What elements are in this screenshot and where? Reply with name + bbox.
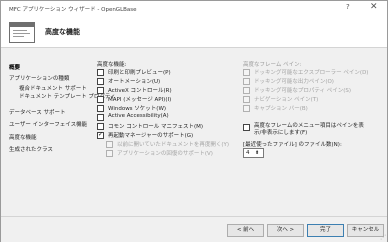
wizard-logo-icon [9,22,35,43]
window-title: MFC アプリケーション ウィザード - OpenGLBase [9,7,137,13]
button-bar: < 前へ 次へ > 完了 キャンセル [1,216,387,242]
finish-button[interactable]: 完了 [307,224,344,237]
checkbox[interactable] [97,105,104,112]
checkbox[interactable] [243,124,250,131]
checkbox[interactable] [97,87,104,94]
checkbox [106,150,113,157]
checkbox [243,69,250,76]
nav-item-advanced[interactable]: 高度な機能 [9,135,37,142]
checkbox[interactable] [97,78,104,85]
checkbox [106,141,113,148]
content-area: 高度な機能: 印刷と印刷プレビュー(P) オートメーション(U) ActiveX… [97,62,369,158]
spin-arrows-icon[interactable]: ⬍ [255,149,259,157]
checkbox[interactable] [97,69,104,76]
close-icon[interactable]: ✕ [370,2,378,12]
nav-item-compound-doc[interactable]: 複合ドキュメント サポート [19,86,87,93]
help-icon[interactable]: ? [346,3,350,11]
page-title: 高度な機能 [45,28,80,36]
advanced-features-label: 高度な機能: [97,62,127,68]
title-bar: MFC アプリケーション ウィザード - OpenGLBase ? ✕ [1,1,387,17]
cancel-button[interactable]: キャンセル [347,224,384,237]
wizard-window: MFC アプリケーション ウィザード - OpenGLBase ? ✕ 高度な機… [0,0,388,242]
nav-item-overview[interactable]: 概要 [9,65,20,72]
checkbox[interactable] [97,123,104,130]
checkbox [243,96,250,103]
back-button[interactable]: < 前へ [227,224,264,237]
frame-panes-label: 高度なフレーム ペイン: [243,62,302,68]
nav-item-database[interactable]: データベース サポート [9,110,65,117]
wizard-nav: 概要 アプリケーションの種類 複合ドキュメント サポート ドキュメント テンプレ… [5,51,116,211]
check-icon: ✓ [98,131,104,138]
page-header: 高度な機能 [1,17,387,48]
next-button[interactable]: 次へ > [267,224,304,237]
mru-count-label: [最近使ったファイル] のファイル数(N): [243,142,342,148]
checkbox[interactable] [97,114,104,121]
checkbox [243,87,250,94]
checkbox-checked[interactable]: ✓ [97,131,104,139]
checkbox [243,105,250,112]
mru-count-spinner[interactable]: 4 ⬍ [243,148,264,158]
nav-item-generated-classes[interactable]: 生成されたクラス [9,147,53,154]
nav-item-ui-features[interactable]: ユーザー インターフェイス機能 [9,122,87,129]
resize-grip-icon[interactable]: ⋰ [380,234,386,241]
checkbox[interactable] [97,96,104,103]
nav-item-app-type[interactable]: アプリケーションの種類 [9,76,69,83]
mru-count-value: 4 [246,150,250,156]
checkbox [243,78,250,85]
